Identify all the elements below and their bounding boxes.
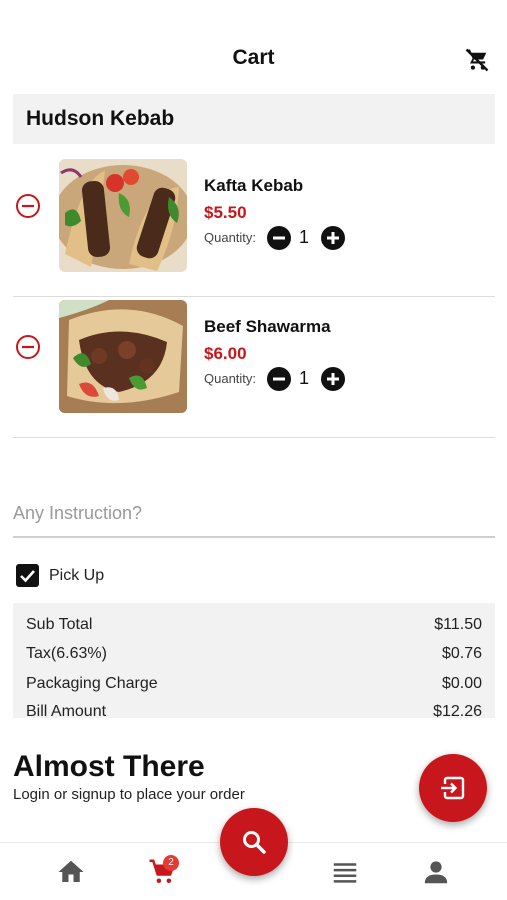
cart-item: Kafta Kebab $5.50 Quantity: 1 — [13, 146, 495, 297]
login-heading: Almost There — [13, 750, 205, 783]
beef-shawarma-image — [59, 300, 187, 413]
quantity-value: 1 — [299, 227, 310, 247]
search-button[interactable] — [220, 808, 288, 876]
login-icon — [441, 776, 465, 800]
menu-list-icon[interactable] — [330, 857, 360, 887]
summary-row: Tax(6.63%) $0.76 — [26, 645, 482, 667]
summary-value: $12.26 — [433, 703, 482, 718]
search-icon — [243, 831, 266, 854]
profile-icon[interactable] — [421, 857, 451, 887]
item-price: $6.00 — [204, 344, 247, 363]
pickup-label: Pick Up — [49, 567, 105, 584]
summary-row: Packaging Charge $0.00 — [26, 675, 482, 697]
remove-item-icon[interactable] — [15, 193, 41, 219]
summary-value: $11.50 — [434, 616, 482, 633]
app-header: Cart — [0, 0, 507, 92]
bill-summary: Sub Total $11.50 Tax(6.63%) $0.76 Packag… — [13, 603, 495, 718]
decrease-quantity-icon[interactable] — [266, 366, 292, 392]
page-title: Cart — [232, 46, 275, 69]
login-button[interactable] — [419, 754, 487, 822]
remove-item-icon[interactable] — [15, 334, 41, 360]
restaurant-name: Hudson Kebab — [26, 107, 175, 130]
summary-row: Sub Total $11.50 — [26, 616, 482, 638]
summary-row: Bill Amount $12.26 — [26, 703, 482, 718]
login-subtext: Login or signup to place your order — [13, 786, 245, 803]
decrease-quantity-icon[interactable] — [266, 225, 292, 251]
restaurant-header: Hudson Kebab — [13, 94, 495, 144]
cart-item: Beef Shawarma $6.00 Quantity: 1 — [13, 287, 495, 438]
summary-label: Sub Total — [26, 616, 93, 633]
summary-value: $0.76 — [441, 645, 482, 662]
quantity-label: Quantity: — [204, 230, 257, 245]
home-icon[interactable] — [56, 857, 86, 887]
item-name: Beef Shawarma — [204, 317, 331, 336]
increase-quantity-icon[interactable] — [320, 366, 346, 392]
kafta-kebab-image — [59, 159, 187, 272]
summary-label: Bill Amount — [26, 703, 107, 718]
quantity-label: Quantity: — [204, 371, 257, 386]
remove-shopping-cart-icon[interactable] — [463, 46, 491, 74]
summary-value: $0.00 — [441, 675, 482, 692]
instruction-input[interactable] — [13, 478, 495, 538]
checkbox-checked-icon — [16, 564, 39, 587]
increase-quantity-icon[interactable] — [320, 225, 346, 251]
item-name: Kafta Kebab — [204, 176, 304, 195]
quantity-value: 1 — [299, 368, 310, 388]
summary-label: Packaging Charge — [26, 675, 158, 692]
summary-label: Tax(6.63%) — [26, 645, 107, 662]
cart-count-badge: 2 — [163, 855, 179, 871]
item-price: $5.50 — [204, 203, 247, 222]
